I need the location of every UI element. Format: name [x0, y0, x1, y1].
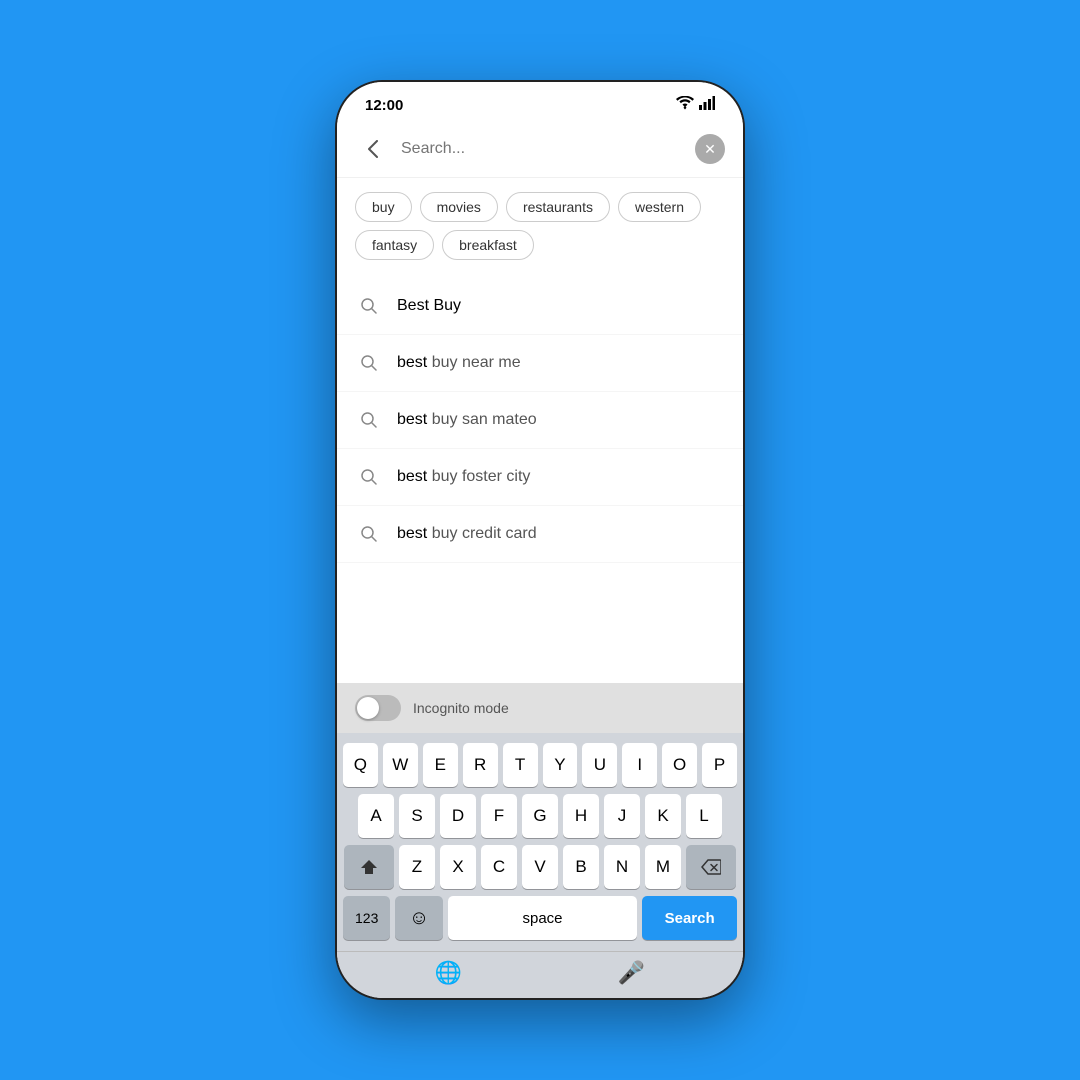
suggestion-search-icon-4 [355, 463, 383, 491]
key-r[interactable]: R [463, 743, 498, 787]
incognito-bar: Incognito mode [337, 683, 743, 733]
key-m[interactable]: M [645, 845, 681, 889]
signal-icon [699, 96, 715, 115]
key-d[interactable]: D [440, 794, 476, 838]
suggestion-text-4: best buy foster city [397, 468, 530, 486]
chip-western[interactable]: western [618, 192, 701, 222]
microphone-icon[interactable]: 🎤 [618, 960, 645, 986]
wifi-icon [676, 96, 694, 115]
key-k[interactable]: K [645, 794, 681, 838]
toggle-knob [357, 697, 379, 719]
key-e[interactable]: E [423, 743, 458, 787]
bottom-bar: 🌐 🎤 [337, 951, 743, 998]
clear-icon: ✕ [704, 141, 716, 158]
key-y[interactable]: Y [543, 743, 578, 787]
key-l[interactable]: L [686, 794, 722, 838]
key-f[interactable]: F [481, 794, 517, 838]
key-x[interactable]: X [440, 845, 476, 889]
key-shift[interactable] [344, 845, 394, 889]
key-emoji[interactable]: ☺ [395, 896, 442, 940]
key-row-1: Q W E R T Y U I O P [343, 743, 737, 787]
status-icons [676, 96, 715, 115]
suggestion-item-2[interactable]: best buy near me [337, 335, 743, 392]
suggestion-search-icon-5 [355, 520, 383, 548]
suggestion-text-3: best buy san mateo [397, 411, 537, 429]
key-search[interactable]: Search [642, 896, 737, 940]
chips-section: buy movies restaurants western fantasy b… [337, 178, 743, 278]
suggestion-text-1: Best Buy [397, 297, 461, 315]
suggestion-text-2: best buy near me [397, 354, 521, 372]
status-time: 12:00 [365, 97, 403, 114]
chip-fantasy[interactable]: fantasy [355, 230, 434, 260]
chip-buy[interactable]: buy [355, 192, 412, 222]
key-numeric[interactable]: 123 [343, 896, 390, 940]
key-n[interactable]: N [604, 845, 640, 889]
key-j[interactable]: J [604, 794, 640, 838]
key-b[interactable]: B [563, 845, 599, 889]
key-row-4: 123 ☺ space Search [343, 896, 737, 940]
status-bar: 12:00 [337, 82, 743, 121]
back-button[interactable] [355, 131, 391, 167]
key-p[interactable]: P [702, 743, 737, 787]
key-backspace[interactable] [686, 845, 736, 889]
suggestion-item-4[interactable]: best buy foster city [337, 449, 743, 506]
key-g[interactable]: G [522, 794, 558, 838]
chips-row-1: buy movies restaurants western [355, 192, 725, 222]
suggestion-item-3[interactable]: best buy san mateo [337, 392, 743, 449]
key-a[interactable]: A [358, 794, 394, 838]
key-w[interactable]: W [383, 743, 418, 787]
incognito-toggle[interactable] [355, 695, 401, 721]
chips-row-2: fantasy breakfast [355, 230, 725, 260]
suggestion-text-5: best buy credit card [397, 525, 537, 543]
key-u[interactable]: U [582, 743, 617, 787]
search-header: ✕ [337, 121, 743, 178]
suggestion-item-1[interactable]: Best Buy [337, 278, 743, 335]
chip-breakfast[interactable]: breakfast [442, 230, 534, 260]
key-v[interactable]: V [522, 845, 558, 889]
key-i[interactable]: I [622, 743, 657, 787]
suggestion-search-icon-1 [355, 292, 383, 320]
search-input[interactable] [401, 131, 685, 167]
key-row-2: A S D F G H J K L [343, 794, 737, 838]
key-t[interactable]: T [503, 743, 538, 787]
chip-restaurants[interactable]: restaurants [506, 192, 610, 222]
suggestion-search-icon-3 [355, 406, 383, 434]
key-c[interactable]: C [481, 845, 517, 889]
clear-button[interactable]: ✕ [695, 134, 725, 164]
key-row-3: Z X C V B N M [343, 845, 737, 889]
incognito-label: Incognito mode [413, 700, 509, 716]
suggestion-item-5[interactable]: best buy credit card [337, 506, 743, 563]
key-z[interactable]: Z [399, 845, 435, 889]
phone-shell: 12:00 [335, 80, 745, 1000]
key-q[interactable]: Q [343, 743, 378, 787]
globe-icon[interactable]: 🌐 [435, 960, 462, 986]
keyboard: Q W E R T Y U I O P A S D F G H J K L [337, 733, 743, 951]
key-o[interactable]: O [662, 743, 697, 787]
suggestion-search-icon-2 [355, 349, 383, 377]
chip-movies[interactable]: movies [420, 192, 498, 222]
suggestions-list: Best Buy best buy near me [337, 278, 743, 683]
key-space[interactable]: space [448, 896, 638, 940]
key-s[interactable]: S [399, 794, 435, 838]
key-h[interactable]: H [563, 794, 599, 838]
